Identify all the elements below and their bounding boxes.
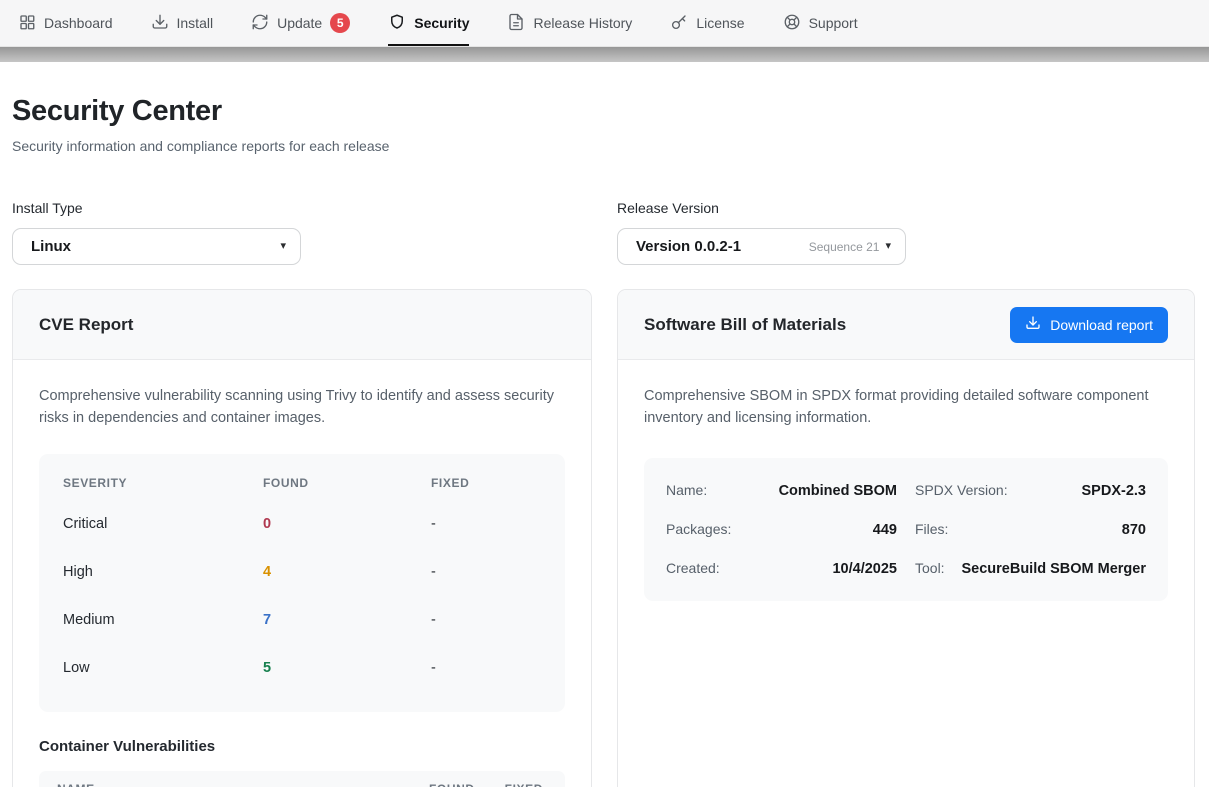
table-row-high: High 4 -	[63, 548, 541, 596]
nav-tab-release-history[interactable]: Release History	[507, 0, 632, 46]
install-type-select[interactable]: Linux ▾	[12, 228, 301, 265]
cve-card-header: CVE Report	[13, 290, 591, 360]
lifebuoy-icon	[783, 13, 801, 34]
nav-tab-license[interactable]: License	[670, 0, 744, 46]
column-header-fixed: FIXED	[431, 476, 541, 500]
header-scroll-shadow	[0, 47, 1209, 62]
nav-tab-update[interactable]: Update 5	[251, 0, 350, 46]
nav-tab-security[interactable]: Security	[388, 0, 469, 46]
info-label: Tool:	[915, 560, 945, 576]
info-label: Files:	[915, 521, 948, 537]
nav-label: Security	[414, 15, 469, 31]
info-label: Created:	[666, 560, 720, 576]
download-icon	[151, 13, 169, 34]
release-version-select[interactable]: Version 0.0.2-1 Sequence 21 ▾	[617, 228, 906, 265]
severity-label: High	[63, 548, 263, 596]
sbom-info-packages: Packages: 449	[666, 521, 897, 538]
install-type-field: Install Type Linux ▾	[12, 200, 592, 265]
sbom-card-header: Software Bill of Materials Download repo…	[618, 290, 1194, 360]
nav-label: Dashboard	[44, 15, 113, 31]
download-report-button[interactable]: Download report	[1010, 307, 1168, 343]
info-value: SPDX-2.3	[1082, 483, 1146, 499]
severity-table-header: SEVERITY FOUND FIXED	[63, 476, 541, 500]
release-sequence-label: Sequence 21	[809, 240, 880, 254]
cve-card-title: CVE Report	[39, 315, 133, 335]
column-header-found: FOUND	[429, 782, 501, 787]
nav-tab-support[interactable]: Support	[783, 0, 858, 46]
filters-row: Install Type Linux ▾ Release Version Ver…	[12, 200, 1197, 265]
sbom-info-tool: Tool: SecureBuild SBOM Merger	[915, 560, 1146, 577]
info-value: 870	[1122, 522, 1146, 538]
release-version-label: Release Version	[617, 200, 1195, 216]
column-header-fixed: FIXED	[501, 782, 543, 787]
nav-label: Update	[277, 15, 322, 31]
severity-table: SEVERITY FOUND FIXED Critical 0 - High 4…	[39, 454, 565, 712]
found-count: 5	[263, 644, 431, 692]
info-value: 449	[873, 522, 897, 538]
update-count-badge: 5	[330, 13, 350, 33]
container-vulnerabilities-header: NAME FOUND FIXED	[39, 771, 565, 787]
sbom-info-files: Files: 870	[915, 521, 1146, 538]
nav-tab-dashboard[interactable]: Dashboard	[18, 0, 113, 46]
download-report-label: Download report	[1050, 317, 1153, 333]
cve-description: Comprehensive vulnerability scanning usi…	[39, 386, 559, 430]
table-row-critical: Critical 0 -	[63, 500, 541, 548]
severity-label: Low	[63, 644, 263, 692]
column-header-name: NAME	[57, 782, 429, 787]
shield-icon	[388, 13, 406, 34]
download-icon	[1025, 315, 1041, 334]
cve-card-body: Comprehensive vulnerability scanning usi…	[13, 360, 591, 787]
severity-label: Critical	[63, 500, 263, 548]
release-version-value: Version 0.0.2-1	[636, 238, 741, 255]
info-label: Packages:	[666, 521, 731, 537]
info-label: Name:	[666, 482, 707, 498]
severity-label: Medium	[63, 596, 263, 644]
sbom-info-panel: Name: Combined SBOM SPDX Version: SPDX-2…	[644, 458, 1168, 601]
found-count: 0	[263, 500, 431, 548]
refresh-icon	[251, 13, 269, 34]
nav-label: Install	[177, 15, 214, 31]
column-header-severity: SEVERITY	[63, 476, 263, 500]
nav-label: License	[696, 15, 744, 31]
sbom-card: Software Bill of Materials Download repo…	[617, 289, 1195, 787]
page-title: Security Center	[12, 95, 1197, 128]
sbom-card-title: Software Bill of Materials	[644, 315, 846, 335]
fixed-count: -	[431, 548, 541, 596]
container-vulnerabilities-title: Container Vulnerabilities	[39, 738, 565, 755]
chevron-down-icon: ▾	[885, 241, 891, 252]
nav-label: Support	[809, 15, 858, 31]
column-header-found: FOUND	[263, 476, 431, 500]
report-cards-row: CVE Report Comprehensive vulnerability s…	[12, 289, 1197, 787]
page-subtitle: Security information and compliance repo…	[12, 138, 1197, 154]
install-type-value: Linux	[31, 238, 71, 255]
fixed-count: -	[431, 500, 541, 548]
nav-label: Release History	[533, 15, 632, 31]
dashboard-grid-icon	[18, 13, 36, 34]
info-value: Combined SBOM	[779, 483, 897, 499]
table-row-medium: Medium 7 -	[63, 596, 541, 644]
info-value: 10/4/2025	[832, 561, 897, 577]
table-row-low: Low 5 -	[63, 644, 541, 692]
sbom-info-created: Created: 10/4/2025	[666, 560, 897, 577]
sbom-card-body: Comprehensive SBOM in SPDX format provid…	[618, 360, 1194, 787]
sbom-description: Comprehensive SBOM in SPDX format provid…	[644, 386, 1164, 430]
key-icon	[670, 13, 688, 34]
sbom-info-spdx-version: SPDX Version: SPDX-2.3	[915, 482, 1146, 499]
install-type-label: Install Type	[12, 200, 592, 216]
info-label: SPDX Version:	[915, 482, 1008, 498]
fixed-count: -	[431, 644, 541, 692]
sbom-info-name: Name: Combined SBOM	[666, 482, 897, 499]
chevron-down-icon: ▾	[280, 241, 286, 252]
document-icon	[507, 13, 525, 34]
info-value: SecureBuild SBOM Merger	[961, 561, 1146, 577]
found-count: 4	[263, 548, 431, 596]
fixed-count: -	[431, 596, 541, 644]
found-count: 7	[263, 596, 431, 644]
nav-tab-install[interactable]: Install	[151, 0, 214, 46]
cve-report-card: CVE Report Comprehensive vulnerability s…	[12, 289, 592, 787]
top-navigation: Dashboard Install Update 5 Security Rele…	[0, 0, 1209, 47]
release-version-field: Release Version Version 0.0.2-1 Sequence…	[617, 200, 1195, 265]
